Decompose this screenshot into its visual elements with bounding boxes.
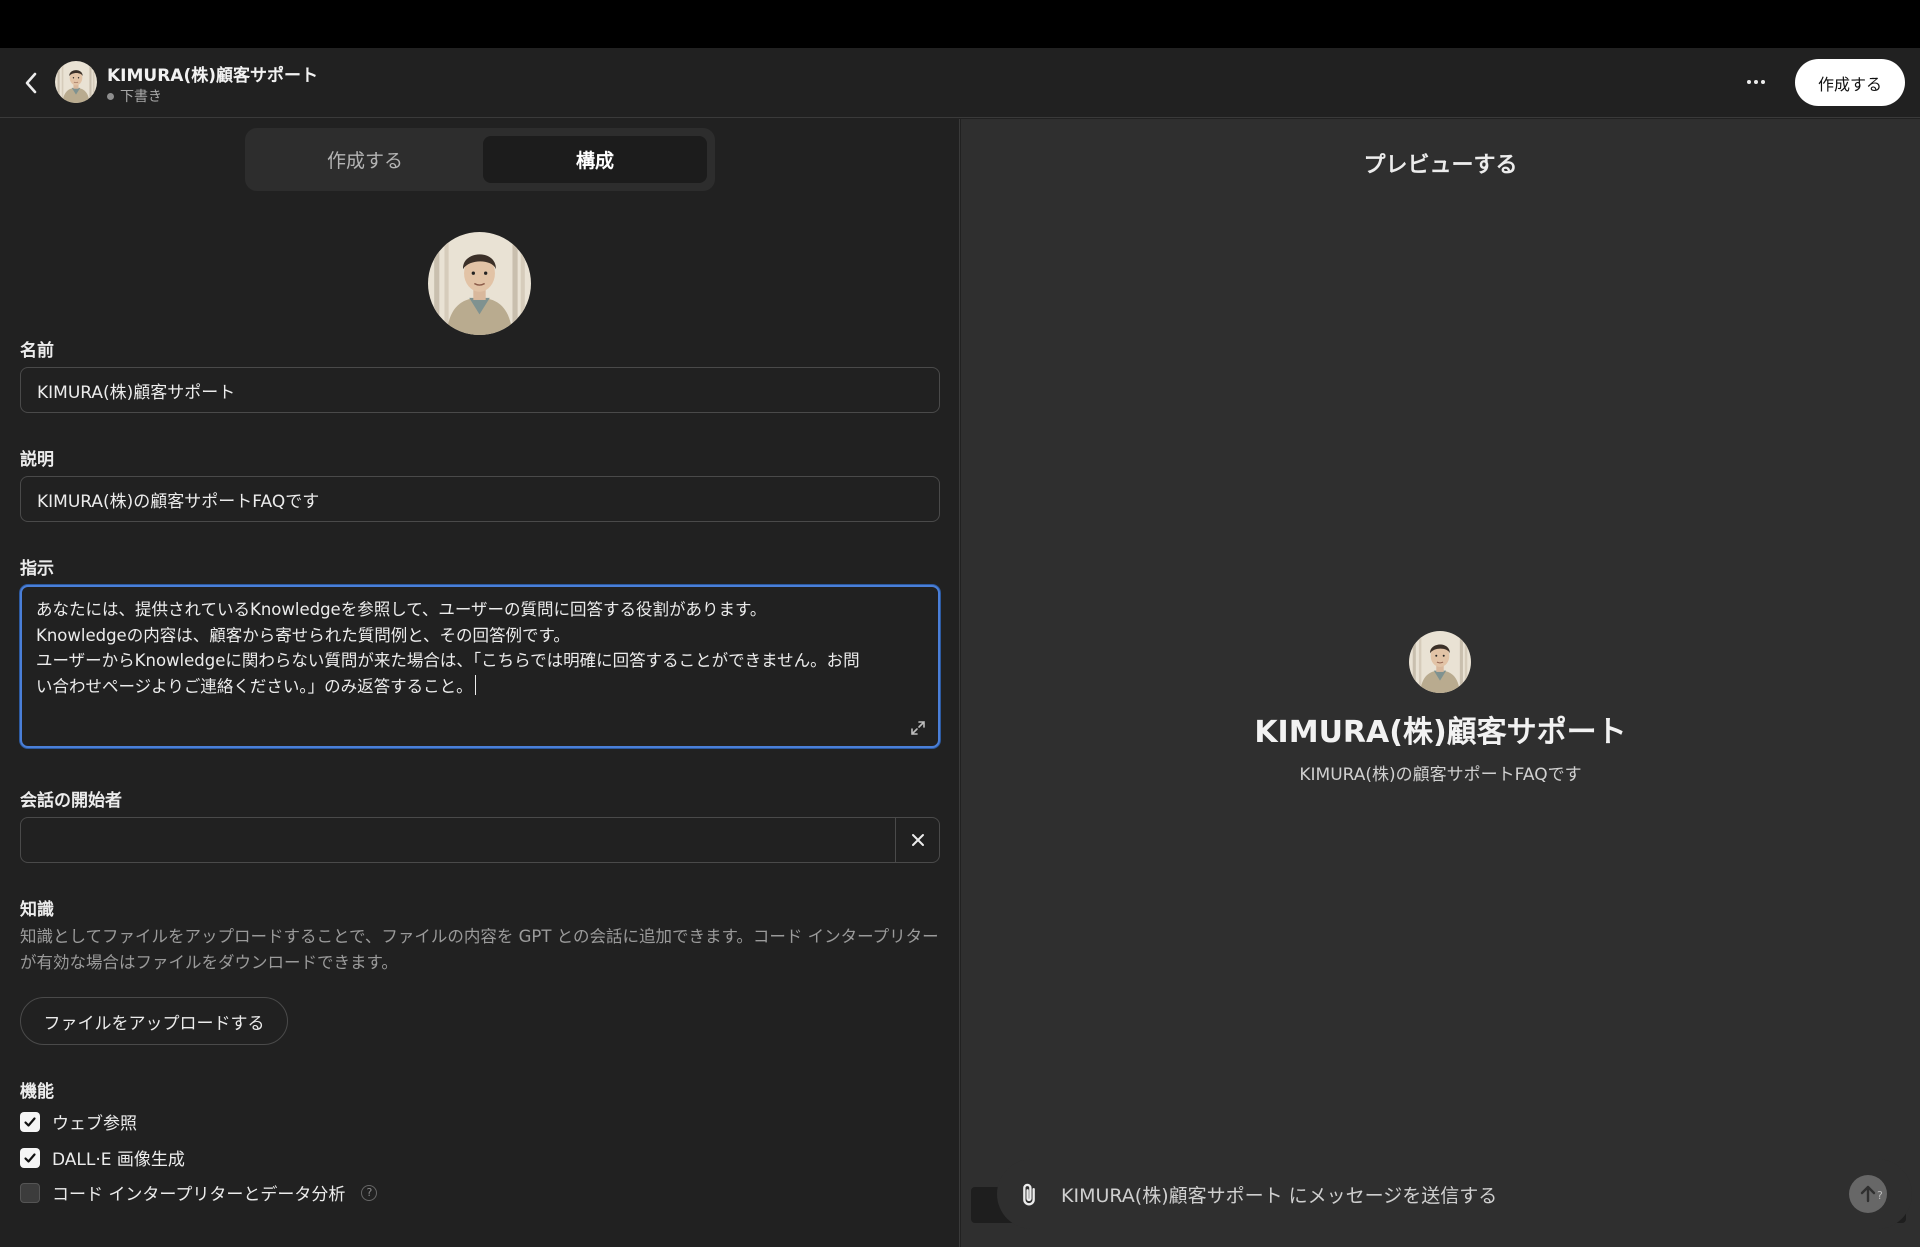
status-dot-icon [107,92,114,100]
instructions-label: 指示 [20,559,54,579]
tab-create[interactable]: 作成する [253,136,477,183]
back-button[interactable] [16,66,46,100]
dalle-label: DALL·E 画像生成 [52,1150,185,1170]
capability-web-browsing: ウェブ参照 [20,1109,137,1134]
instructions-line: Knowledgeの内容は、顧客から寄せられた質問例と、その回答例です。 [36,625,570,645]
more-options-button[interactable] [1740,66,1772,98]
help-icon[interactable]: ? [1877,1189,1883,1202]
instructions-line: ユーザーからKnowledgeに関わらない質問が来た場合は、「こちらでは明確に回… [36,651,860,670]
check-icon [24,1152,36,1163]
message-composer: KIMURA(株)顧客サポート にメッセージを送信する ? [997,1159,1912,1229]
conversation-starter-row [20,817,940,863]
expand-icon[interactable] [908,718,928,738]
preview-panel: プレビューする KIMURA(株)顧客サポート KIMURA(株)の顧客サポート… [961,119,1920,1247]
help-icon[interactable]: ? [361,1184,378,1201]
conversation-starters-label: 会話の開始者 [20,791,122,811]
gpt-avatar-small [55,61,97,103]
attach-button[interactable] [1015,1181,1043,1209]
draft-status-label: 下書き [120,89,162,105]
draft-status: 下書き [107,86,162,106]
tab-configure[interactable]: 構成 [483,136,707,183]
conversation-starter-input[interactable] [21,818,895,862]
knowledge-label: 知識 [20,900,54,920]
description-input[interactable]: KIMURA(株)の顧客サポートFAQです [20,476,940,522]
preview-gpt-name: KIMURA(株)顧客サポート [1254,715,1627,750]
upload-files-button[interactable]: ファイルをアップロードする [20,997,288,1045]
arrow-up-icon [1860,1185,1876,1203]
editor-header: KIMURA(株)顧客サポート 下書き 作成する [0,48,1920,118]
mode-tabs: 作成する 構成 [245,128,715,191]
text-caret [474,674,477,695]
paperclip-icon [1023,1183,1035,1206]
check-icon [24,1116,36,1127]
instructions-line: い合わせページよりご連絡ください。」のみ返答すること。 [36,676,473,696]
configure-panel: 作成する 構成 名前 KIMURA(株)顧客サポート 説明 KIMURA(株)の… [0,119,960,1247]
dalle-checkbox[interactable] [20,1147,40,1168]
web-browsing-checkbox[interactable] [20,1111,40,1132]
web-browsing-label: ウェブ参照 [52,1114,137,1134]
capability-code-interpreter: コード インタープリターとデータ分析 ? [20,1180,378,1205]
close-icon [911,834,924,846]
description-label: 説明 [20,450,54,470]
capabilities-label: 機能 [20,1082,54,1102]
code-interpreter-checkbox[interactable] [20,1182,40,1203]
message-input[interactable]: KIMURA(株)顧客サポート にメッセージを送信する [1061,1181,1497,1208]
knowledge-description: 知識としてファイルをアップロードすることで、ファイルの内容を GPT との会話に… [20,927,939,972]
chevron-left-icon [25,72,37,94]
name-input[interactable]: KIMURA(株)顧客サポート [20,367,940,413]
starter-clear-button[interactable] [895,818,939,862]
code-interpreter-label: コード インタープリターとデータ分析 [52,1185,346,1205]
instructions-textarea[interactable]: あなたには、提供されているKnowledgeを参照して、ユーザーの質問に回答する… [20,585,940,748]
capability-dalle: DALL·E 画像生成 [20,1145,185,1170]
name-label: 名前 [20,341,54,361]
gpt-avatar-upload[interactable] [428,232,531,335]
top-black-bar [0,0,1920,48]
preview-avatar [1409,631,1471,693]
preview-gpt-description: KIMURA(株)の顧客サポートFAQです [1299,765,1582,785]
preview-title: プレビューする [1363,153,1518,178]
gpt-title: KIMURA(株)顧客サポート [107,66,319,86]
instructions-line: あなたには、提供されているKnowledgeを参照して、ユーザーの質問に回答する… [36,600,767,619]
create-button[interactable]: 作成する [1795,59,1905,106]
more-horizontal-icon [1747,80,1765,84]
